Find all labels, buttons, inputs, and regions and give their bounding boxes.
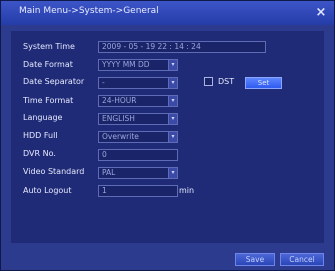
date-format-select[interactable]: YYYY MM DD ▾: [98, 59, 178, 71]
hdd-full-select[interactable]: Overwrite ▾: [98, 131, 178, 143]
date-separator-select[interactable]: - ▾: [98, 77, 178, 89]
dropdown-arrow-icon: ▾: [168, 132, 177, 142]
hdd-full-value: Overwrite: [102, 132, 139, 141]
dropdown-arrow-icon: ▾: [168, 78, 177, 88]
dvr-no-label: DVR No.: [23, 149, 56, 158]
time-format-select[interactable]: 24-HOUR ▾: [98, 95, 178, 107]
dropdown-arrow-icon: ▾: [168, 60, 177, 70]
window-title: Main Menu->System->General: [19, 6, 159, 16]
cancel-button[interactable]: Cancel: [280, 253, 324, 266]
video-standard-value: PAL: [102, 168, 116, 177]
system-time-label: System Time: [23, 42, 75, 51]
auto-logout-label: Auto Logout: [23, 186, 72, 195]
time-format-value: 24-HOUR: [102, 96, 137, 105]
dst-checkbox[interactable]: [204, 77, 213, 86]
system-time-input[interactable]: 2009 - 05 - 19 22 : 14 : 24: [98, 41, 266, 53]
system-general-window: Main Menu->System->General × System Time…: [0, 0, 335, 271]
date-format-value: YYYY MM DD: [102, 60, 150, 69]
date-separator-value: -: [102, 78, 105, 87]
language-label: Language: [23, 113, 63, 122]
date-separator-label: Date Separator: [23, 77, 85, 86]
dropdown-arrow-icon: ▾: [168, 168, 177, 178]
footer-bar: Save Cancel: [1, 246, 334, 270]
video-standard-label: Video Standard: [23, 167, 85, 176]
save-button[interactable]: Save: [235, 253, 275, 266]
dvr-no-input[interactable]: 0: [98, 149, 178, 161]
auto-logout-unit: min: [179, 186, 195, 195]
auto-logout-input[interactable]: 1: [98, 185, 178, 197]
title-bar: Main Menu->System->General ×: [1, 1, 334, 25]
dropdown-arrow-icon: ▾: [168, 96, 177, 106]
video-standard-select[interactable]: PAL ▾: [98, 167, 178, 179]
hdd-full-label: HDD Full: [23, 131, 58, 140]
dropdown-arrow-icon: ▾: [168, 114, 177, 124]
close-icon[interactable]: ×: [314, 5, 328, 19]
language-select[interactable]: ENGLISH ▾: [98, 113, 178, 125]
date-format-label: Date Format: [23, 60, 73, 69]
dst-label: DST: [218, 77, 235, 86]
language-value: ENGLISH: [102, 114, 135, 123]
set-button[interactable]: Set: [245, 77, 282, 89]
time-format-label: Time Format: [23, 96, 74, 105]
